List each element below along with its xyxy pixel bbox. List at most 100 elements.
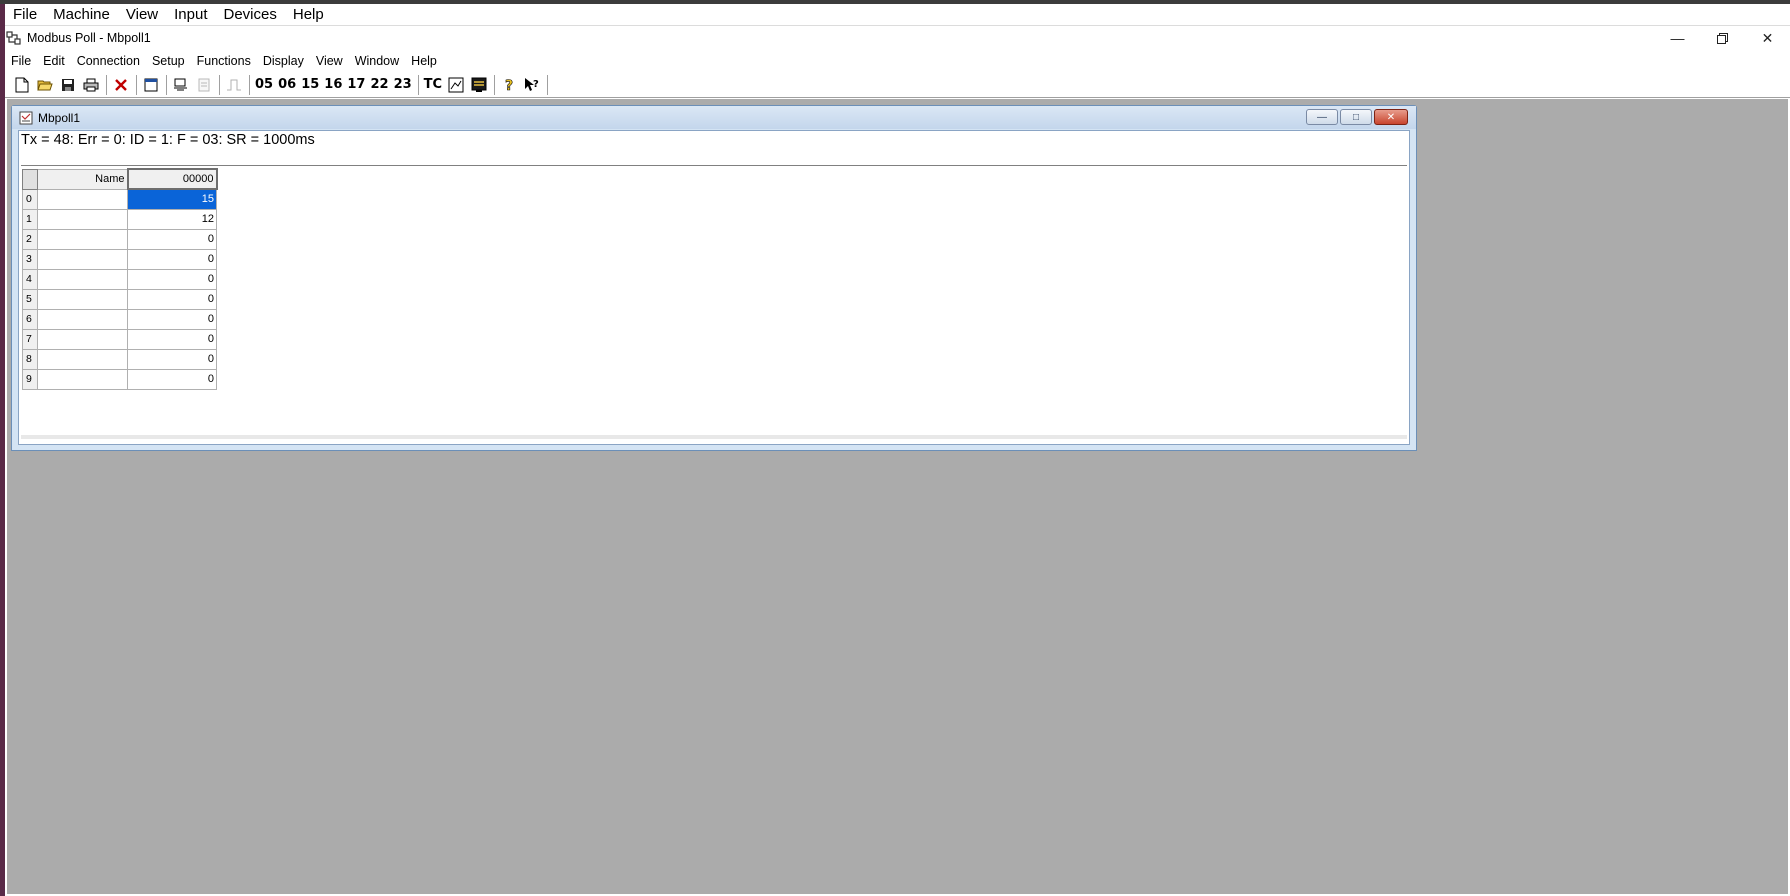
save-icon[interactable]	[57, 74, 79, 96]
context-help-icon[interactable]: ?	[521, 74, 543, 96]
host-menu-devices[interactable]: Devices	[216, 6, 285, 23]
name-cell[interactable]	[37, 348, 128, 370]
value-cell[interactable]: 0	[127, 348, 217, 370]
host-menu-file[interactable]: File	[5, 6, 45, 23]
function-22-button[interactable]: 22	[368, 74, 390, 96]
function-23-button[interactable]: 23	[392, 74, 414, 96]
name-cell[interactable]	[37, 308, 128, 330]
restore-icon[interactable]	[1700, 26, 1745, 50]
table-row: 0 15	[22, 188, 217, 210]
toolbar-separator	[249, 74, 250, 95]
open-folder-icon[interactable]	[34, 74, 56, 96]
read-write-icon[interactable]	[170, 74, 192, 96]
function-06-button[interactable]: 06	[276, 74, 298, 96]
register-grid: Name 00000 0 15 1 12 2 0 3 0 4 0 5 0 6 0…	[22, 168, 218, 390]
child-window-controls: — □ ✕	[1306, 109, 1408, 125]
value-cell[interactable]: 0	[127, 368, 217, 390]
mbpoll1-window: Mbpoll1 — □ ✕ Tx = 48: Err = 0: ID = 1: …	[11, 105, 1417, 451]
window-icon[interactable]	[140, 74, 162, 96]
host-menu-view[interactable]: View	[118, 6, 166, 23]
table-row: 3 0	[22, 248, 217, 270]
row-header[interactable]: 1	[22, 208, 38, 230]
name-cell[interactable]	[37, 248, 128, 270]
row-header[interactable]: 3	[22, 248, 38, 270]
minimize-icon[interactable]: —	[1655, 26, 1700, 50]
address-column-header[interactable]: 00000	[126, 168, 218, 190]
value-cell[interactable]: 0	[127, 288, 217, 310]
poll-status-line: Tx = 48: Err = 0: ID = 1: F = 03: SR = 1…	[21, 132, 315, 148]
menu-functions[interactable]: Functions	[191, 54, 257, 68]
table-row: 5 0	[22, 288, 217, 310]
child-maximize-icon[interactable]: □	[1340, 109, 1372, 125]
pulse-icon[interactable]	[223, 74, 245, 96]
grid-corner[interactable]	[22, 168, 38, 190]
printer-disabled-icon[interactable]	[193, 74, 215, 96]
help-icon[interactable]: ?	[498, 74, 520, 96]
name-column-header[interactable]: Name	[37, 168, 128, 190]
child-close-icon[interactable]: ✕	[1374, 109, 1408, 125]
table-row: 1 12	[22, 208, 217, 230]
row-header[interactable]: 5	[22, 288, 38, 310]
monitor-icon[interactable]	[468, 74, 490, 96]
row-header[interactable]: 4	[22, 268, 38, 290]
toolbar-separator	[547, 74, 549, 95]
function-05-button[interactable]: 05	[253, 74, 275, 96]
close-icon[interactable]: ✕	[1745, 26, 1790, 50]
name-cell[interactable]	[37, 288, 128, 310]
value-cell[interactable]: 15	[127, 188, 217, 210]
menu-window[interactable]: Window	[349, 54, 405, 68]
value-cell[interactable]: 0	[127, 328, 217, 350]
name-cell[interactable]	[37, 368, 128, 390]
svg-text:?: ?	[505, 78, 513, 93]
document-icon	[19, 111, 33, 125]
value-cell[interactable]: 0	[127, 248, 217, 270]
menu-view[interactable]: View	[310, 54, 349, 68]
host-window: File Machine View Input Devices Help Mod…	[0, 0, 1790, 896]
row-header[interactable]: 6	[22, 308, 38, 330]
menu-setup[interactable]: Setup	[146, 54, 191, 68]
chart-icon[interactable]	[445, 74, 467, 96]
menu-help[interactable]: Help	[405, 54, 443, 68]
app-window-controls: — ✕	[1655, 26, 1790, 50]
value-cell[interactable]: 12	[127, 208, 217, 230]
name-cell[interactable]	[37, 188, 128, 210]
disconnect-icon[interactable]	[110, 74, 132, 96]
function-16-button[interactable]: 16	[322, 74, 344, 96]
name-cell[interactable]	[37, 228, 128, 250]
row-header[interactable]: 8	[22, 348, 38, 370]
name-cell[interactable]	[37, 208, 128, 230]
app-titlebar: Modbus Poll - Mbpoll1 — ✕	[5, 26, 1790, 50]
horizontal-scroll-track[interactable]	[21, 435, 1407, 439]
host-menu-machine[interactable]: Machine	[45, 6, 118, 23]
traffic-button[interactable]: TC	[422, 74, 444, 96]
row-header[interactable]: 2	[22, 228, 38, 250]
row-header[interactable]: 7	[22, 328, 38, 350]
menu-connection[interactable]: Connection	[71, 54, 146, 68]
function-15-button[interactable]: 15	[299, 74, 321, 96]
row-header[interactable]: 0	[22, 188, 38, 210]
app-title: Modbus Poll - Mbpoll1	[27, 31, 151, 45]
table-row: 9 0	[22, 368, 217, 390]
toolbar-separator	[417, 74, 419, 95]
menu-file[interactable]: File	[5, 54, 37, 68]
name-cell[interactable]	[37, 328, 128, 350]
toolbar-separator	[106, 74, 107, 95]
row-header[interactable]: 9	[22, 368, 38, 390]
toolbar-separator	[166, 74, 167, 95]
new-file-icon[interactable]	[11, 74, 33, 96]
mdi-workspace: Mbpoll1 — □ ✕ Tx = 48: Err = 0: ID = 1: …	[7, 99, 1788, 894]
host-menubar: File Machine View Input Devices Help	[5, 4, 1790, 26]
host-menu-help[interactable]: Help	[285, 6, 332, 23]
child-titlebar[interactable]: Mbpoll1 — □ ✕	[12, 106, 1416, 129]
function-17-button[interactable]: 17	[345, 74, 367, 96]
value-cell[interactable]: 0	[127, 308, 217, 330]
host-menu-input[interactable]: Input	[166, 6, 215, 23]
menu-edit[interactable]: Edit	[37, 54, 71, 68]
menu-display[interactable]: Display	[257, 54, 310, 68]
value-cell[interactable]: 0	[127, 268, 217, 290]
print-icon[interactable]	[80, 74, 102, 96]
value-cell[interactable]: 0	[127, 228, 217, 250]
child-minimize-icon[interactable]: —	[1306, 109, 1338, 125]
name-cell[interactable]	[37, 268, 128, 290]
status-separator	[21, 165, 1407, 167]
